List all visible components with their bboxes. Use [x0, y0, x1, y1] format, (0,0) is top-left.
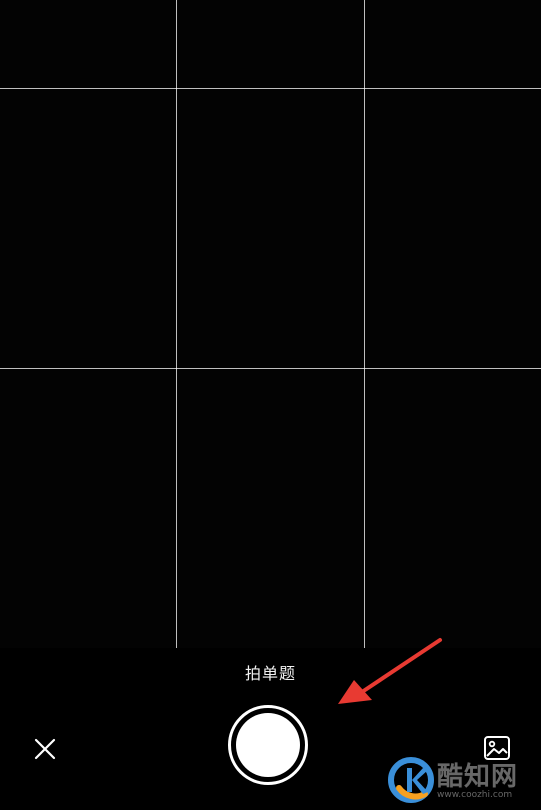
capture-mode-label[interactable]: 拍单题	[0, 660, 541, 684]
close-button[interactable]	[30, 734, 60, 764]
grid-line-horizontal-1	[0, 88, 541, 89]
watermark-url: www.coozhi.com	[437, 790, 513, 800]
watermark-text: 酷知网	[437, 762, 519, 792]
grid-line-vertical-1	[176, 0, 177, 648]
grid-line-vertical-2	[364, 0, 365, 648]
shutter-icon	[236, 713, 300, 777]
camera-viewfinder[interactable]	[0, 0, 541, 648]
close-icon	[34, 738, 56, 760]
grid-line-horizontal-2	[0, 368, 541, 369]
shutter-button[interactable]	[228, 705, 308, 785]
